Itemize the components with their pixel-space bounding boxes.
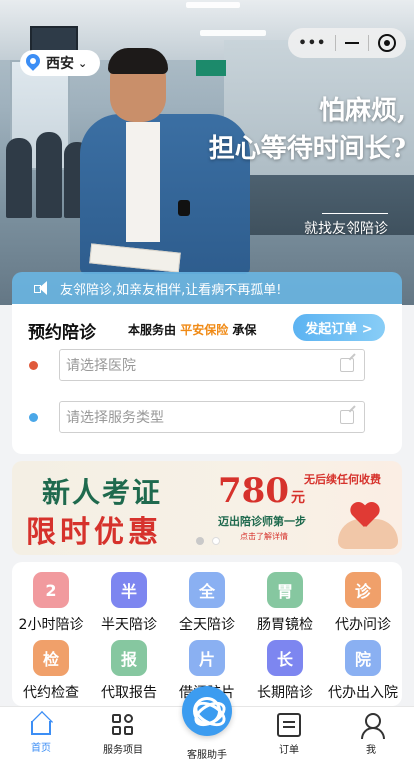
promo-step: 迈出陪诊师第一步: [218, 515, 306, 528]
ceiling-light: [186, 2, 240, 8]
service-label: 半天陪诊: [101, 617, 157, 633]
grid-icon: [111, 713, 135, 737]
booking-title: 预约陪诊: [28, 323, 96, 343]
create-order-button[interactable]: 发起订单 >: [293, 314, 385, 341]
location-pin-icon: [26, 54, 40, 72]
clock-2h-icon: 2: [33, 572, 69, 608]
service-item[interactable]: 2 2小时陪诊: [12, 566, 90, 634]
booking-card: 预约陪诊 本服务由 平安保险 承保 发起订单 > 请选择医院 请选择服务类型: [12, 304, 402, 454]
hero-title: 怕麻烦, 担心等待时间长?: [208, 96, 406, 164]
service-item[interactable]: 长长期陪诊: [246, 634, 324, 702]
film-icon: 片: [189, 640, 225, 676]
minimize-icon[interactable]: [344, 42, 359, 44]
service-label: 代办问诊: [335, 617, 391, 633]
home-icon: [31, 721, 51, 735]
pager-dot[interactable]: [196, 537, 204, 545]
assistant-button[interactable]: [182, 686, 232, 736]
hospital-dot: [29, 361, 38, 370]
report-icon: 报: [111, 640, 147, 676]
ceiling-light: [200, 30, 266, 36]
location-city: 西安: [46, 56, 74, 72]
user-icon: [359, 713, 385, 739]
edit-icon: [340, 410, 354, 424]
promo-detail-link[interactable]: 点击了解详情: [240, 531, 288, 542]
stomach-icon: 胃: [267, 572, 303, 608]
service-item[interactable]: 报代取报告: [90, 634, 168, 702]
tab-orders[interactable]: 订单: [248, 707, 330, 761]
service-item[interactable]: 半半天陪诊: [90, 566, 168, 634]
service-label: 肠胃镜检: [257, 617, 313, 633]
half-day-icon: 半: [111, 572, 147, 608]
service-type-select[interactable]: 请选择服务类型: [59, 401, 365, 433]
carousel-pager: [196, 537, 220, 545]
service-label: 全天陪诊: [179, 617, 235, 633]
hospital-placeholder: 请选择医院: [66, 358, 136, 374]
service-item[interactable]: 全全天陪诊: [168, 566, 246, 634]
promo-line1: 新人考证: [42, 476, 163, 509]
service-item[interactable]: 诊代办问诊: [324, 566, 402, 634]
close-target-icon[interactable]: [377, 34, 396, 52]
promo-banner[interactable]: 新人考证 限时优惠 无后续任何收费 780 元 迈出陪诊师第一步 点击了解详情: [12, 461, 402, 555]
long-term-icon: 长: [267, 640, 303, 676]
full-day-icon: 全: [189, 572, 225, 608]
service-item[interactable]: 胃肠胃镜检: [246, 566, 324, 634]
edit-icon: [340, 358, 354, 372]
miniprogram-capsule: •••: [288, 28, 406, 58]
heart-hands-icon: [332, 501, 398, 551]
service-item[interactable]: 检代约检查: [12, 634, 90, 702]
more-icon[interactable]: •••: [298, 36, 326, 51]
hospital-select[interactable]: 请选择医院: [59, 349, 365, 381]
order-list-icon: [277, 713, 301, 737]
building-icon: 诊: [345, 572, 381, 608]
bottom-safe-area: [0, 760, 414, 780]
service-label: 代约检查: [23, 685, 79, 701]
pager-dot-active[interactable]: [212, 537, 220, 545]
hero-divider: [322, 213, 388, 214]
notice-text: 友邻陪诊,如亲友相伴,让看病不再孤单!: [60, 282, 282, 298]
insurance-note: 本服务由 平安保险 承保: [128, 323, 257, 337]
hospital-icon: 院: [345, 640, 381, 676]
service-label: 代办出入院: [328, 685, 398, 701]
service-label: 长期陪诊: [257, 685, 313, 701]
stethoscope-icon: 检: [33, 640, 69, 676]
insurance-name: 平安保险: [180, 323, 229, 337]
services-grid: 22小时陪诊半半天陪诊全全天陪诊胃肠胃镜检诊代办问诊检代约检查报代取报告片借阅胶…: [12, 562, 402, 706]
promo-price: 780 元: [218, 471, 305, 511]
hero-subtitle: 就找友邻陪诊: [304, 221, 388, 237]
service-dot: [29, 413, 38, 422]
promo-line2: 限时优惠: [26, 515, 162, 550]
notice-bar: 友邻陪诊,如亲友相伴,让看病不再孤单!: [12, 272, 402, 304]
speaker-icon: [34, 281, 50, 295]
tab-me[interactable]: 我: [330, 707, 412, 761]
service-placeholder: 请选择服务类型: [66, 410, 164, 426]
tab-home[interactable]: 首页: [0, 707, 82, 761]
chevron-down-icon: ⌄: [78, 56, 88, 70]
service-label: 2小时陪诊: [18, 617, 84, 633]
tab-services[interactable]: 服务项目: [82, 707, 164, 761]
assistant-logo-icon: [193, 697, 221, 725]
location-selector[interactable]: 西安 ⌄: [20, 50, 100, 76]
service-item[interactable]: 院代办出入院: [324, 634, 402, 702]
service-label: 代取报告: [101, 685, 157, 701]
promo-no-fee: 无后续任何收费: [304, 473, 381, 486]
